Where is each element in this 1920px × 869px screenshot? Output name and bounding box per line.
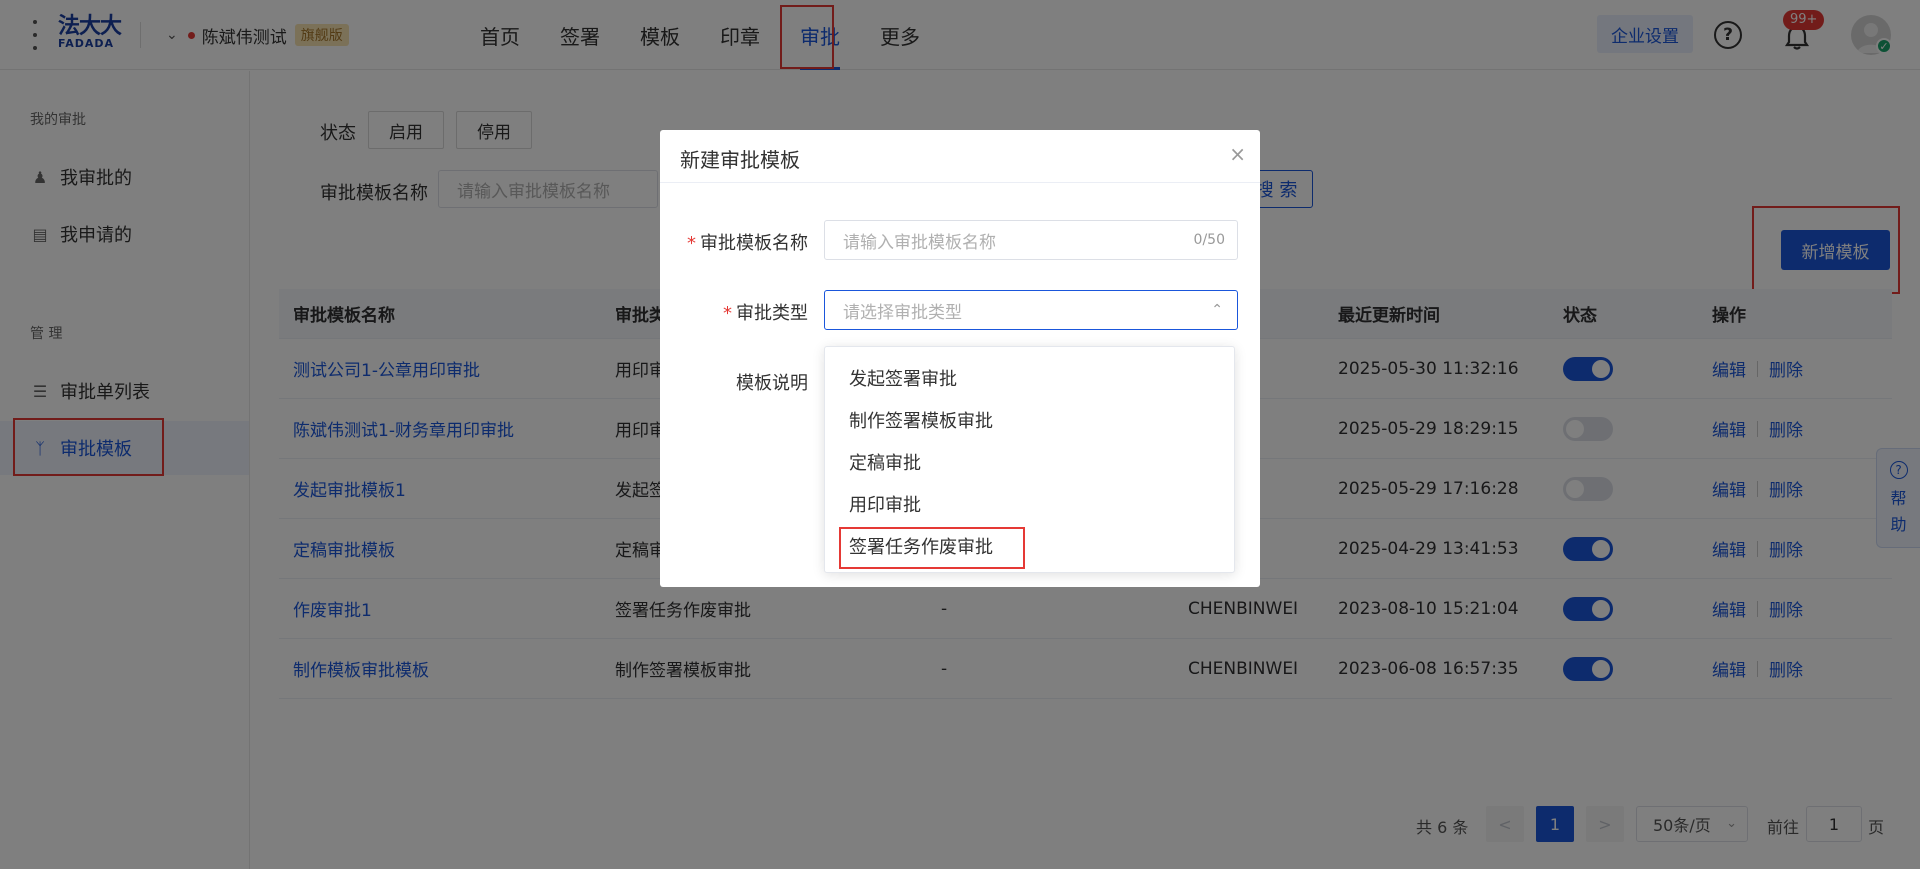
template-name-label: * 审批模板名称	[678, 229, 808, 255]
approval-type-label: * 审批类型	[678, 299, 808, 325]
type-option[interactable]: 制作签署模板审批	[825, 399, 1234, 441]
template-name-placeholder: 请输入审批模板名称	[843, 232, 996, 253]
type-option[interactable]: 用印审批	[825, 483, 1234, 525]
chevron-up-icon: ⌃	[1211, 302, 1223, 318]
template-desc-label: 模板说明	[736, 373, 808, 394]
highlight-box	[839, 527, 1025, 569]
template-name-input[interactable]: 请输入审批模板名称 0/50	[824, 220, 1238, 260]
required-mark: *	[723, 303, 732, 324]
divider	[660, 182, 1260, 183]
approval-type-label-text: 审批类型	[736, 303, 808, 324]
approval-type-select[interactable]: 请选择审批类型 ⌃	[824, 290, 1238, 330]
type-option[interactable]: 定稿审批	[825, 441, 1234, 483]
close-icon[interactable]: ×	[1229, 142, 1246, 166]
char-counter: 0/50	[1193, 232, 1225, 248]
approval-type-placeholder: 请选择审批类型	[843, 302, 962, 323]
type-option[interactable]: 发起签署审批	[825, 357, 1234, 399]
template-name-label-text: 审批模板名称	[700, 233, 808, 254]
dialog-title: 新建审批模板	[680, 148, 800, 172]
required-mark: *	[687, 233, 696, 254]
